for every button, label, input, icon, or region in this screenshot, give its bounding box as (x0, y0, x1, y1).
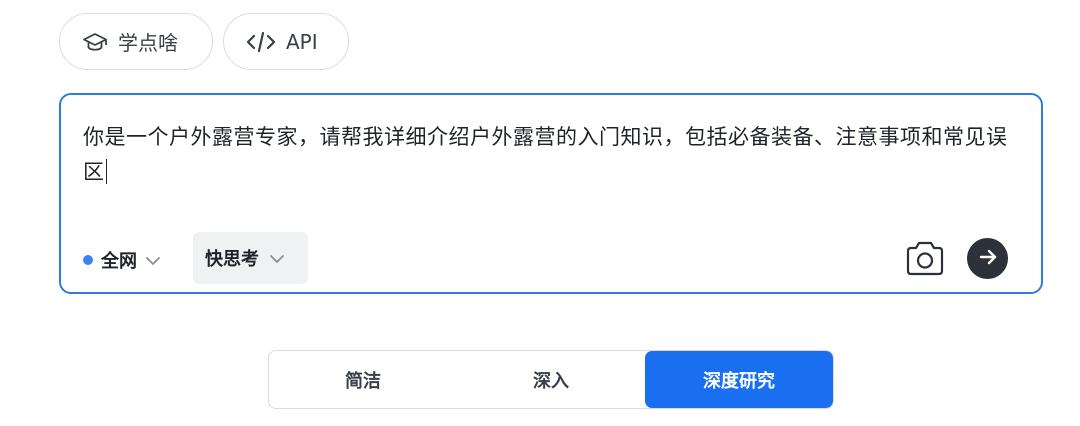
code-icon (246, 31, 276, 53)
camera-button[interactable] (904, 240, 946, 278)
camera-icon (904, 241, 946, 282)
depth-option-label: 深入 (533, 370, 569, 392)
answer-depth-selector: 简洁 深入 深度研究 (268, 350, 834, 409)
api-chip-label: API (286, 29, 318, 54)
depth-option-in-depth[interactable]: 深入 (457, 351, 645, 408)
depth-option-concise[interactable]: 简洁 (269, 351, 457, 408)
api-chip[interactable]: API (223, 13, 349, 70)
study-chip-label: 学点啥 (118, 31, 178, 55)
query-input[interactable]: 你是一个户外露营专家，请帮我详细介绍户外露营的入门知识，包括必备装备、注意事项和… (83, 120, 1023, 190)
depth-option-label: 简洁 (345, 370, 381, 392)
search-scope-dropdown[interactable]: 全网 (83, 239, 161, 281)
chevron-down-icon (269, 248, 285, 269)
query-input-box[interactable]: 你是一个户外露营专家，请帮我详细介绍户外露营的入门知识，包括必备装备、注意事项和… (59, 93, 1043, 294)
depth-option-deep-research[interactable]: 深度研究 (645, 351, 833, 408)
think-mode-label: 快思考 (205, 249, 259, 270)
search-scope-label: 全网 (101, 251, 137, 272)
send-button[interactable] (967, 238, 1008, 279)
chevron-down-icon (145, 250, 161, 271)
arrow-right-icon (978, 248, 998, 270)
graduation-cap-icon (82, 31, 108, 53)
think-mode-dropdown[interactable]: 快思考 (193, 232, 308, 284)
study-chip[interactable]: 学点啥 (59, 13, 213, 70)
dot-icon (83, 255, 93, 265)
depth-option-label: 深度研究 (703, 370, 775, 392)
query-text: 你是一个户外露营专家，请帮我详细介绍户外露营的入门知识，包括必备装备、注意事项和… (83, 125, 1008, 184)
text-caret (105, 159, 107, 184)
